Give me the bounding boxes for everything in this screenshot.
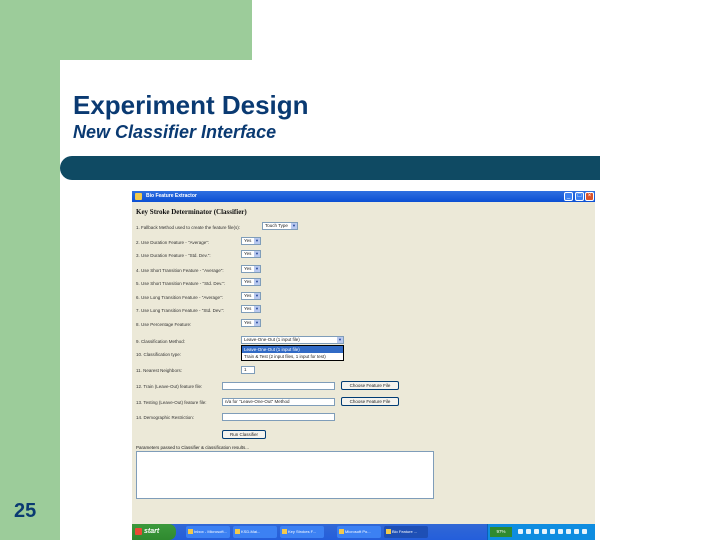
chevron-down-icon: ▼ (254, 320, 260, 326)
duration-stddev-label: 3. Use Duration Feature - "Std. Dev.": (136, 253, 211, 258)
system-tray: 97% (487, 524, 595, 540)
window-title: Bio Feature Extractor (146, 193, 197, 199)
tray-app-icon[interactable] (566, 529, 571, 534)
volume-icon[interactable] (526, 529, 531, 534)
long-transition-stddev-label: 7. Use Long Transition Feature - "Std. D… (136, 308, 225, 313)
chevron-down-icon: ▼ (291, 223, 297, 229)
percentage-feature-label: 8. Use Percentage Feature: (136, 322, 192, 327)
fallback-method-label: 1. Fallback Method used to create the fe… (136, 225, 241, 230)
start-button[interactable]: start (132, 524, 176, 540)
chevron-down-icon: ▼ (254, 293, 260, 299)
taskbar-item-key-strokes[interactable]: Key Strokes F... (280, 526, 324, 538)
app-icon (386, 529, 391, 534)
choose-test-file-button[interactable]: Choose Feature File (341, 397, 399, 406)
test-feature-file-label: 13. Testing (Leave-Out) feature file: (136, 400, 207, 405)
duration-average-select[interactable]: Yes ▼ (241, 237, 261, 245)
duration-average-label: 2. Use Duration Feature - "Average": (136, 240, 210, 245)
network-icon[interactable] (518, 529, 523, 534)
choose-train-file-button[interactable]: Choose Feature File (341, 381, 399, 390)
classification-method-select[interactable]: Leave-One-Out (1 input file) ▼ (241, 336, 344, 344)
short-transition-stddev-select[interactable]: Yes ▼ (241, 278, 261, 286)
taskbar-item-inbox[interactable]: Inbox - Microsoft... (186, 526, 230, 538)
tray-app-icon[interactable] (542, 529, 547, 534)
classification-method-dropdown: Leave-One-Out (1 input file) Train & Tes… (241, 345, 344, 361)
folder-icon (235, 529, 240, 534)
tray-app-icon[interactable] (558, 529, 563, 534)
taskbar-item-ksd-mai[interactable]: KSD-Mai... (233, 526, 277, 538)
tray-app-icon[interactable] (550, 529, 555, 534)
chevron-down-icon: ▼ (254, 279, 260, 285)
window-titlebar: Bio Feature Extractor _ □ × (132, 191, 595, 202)
long-transition-stddev-select[interactable]: Yes ▼ (241, 305, 261, 313)
taskbar-item-powerpoint[interactable]: Microsoft Po... (337, 526, 381, 538)
train-feature-file-input[interactable] (222, 382, 335, 390)
chevron-down-icon: ▼ (254, 306, 260, 312)
app-icon (135, 193, 142, 200)
short-transition-average-select[interactable]: Yes ▼ (241, 265, 261, 273)
slide-number: 25 (14, 500, 37, 522)
classification-type-label: 10. Classification type: (136, 352, 182, 357)
windows-flag-icon (135, 528, 142, 535)
title-underline-bar (60, 156, 600, 180)
chevron-down-icon: ▼ (254, 266, 260, 272)
mail-icon (188, 529, 193, 534)
tray-app-icon[interactable] (582, 529, 587, 534)
percentage-feature-select[interactable]: Yes ▼ (241, 319, 261, 327)
folder-icon (282, 529, 287, 534)
long-transition-average-select[interactable]: Yes ▼ (241, 292, 261, 300)
green-side-column (0, 60, 60, 540)
demographic-restriction-label: 14. Demographic Restriction: (136, 415, 195, 420)
maximize-button[interactable]: □ (575, 192, 584, 201)
powerpoint-icon (339, 529, 344, 534)
form-heading: Key Stroke Determinator (Classifier) (136, 208, 247, 216)
output-label: Parameters passed to Classifier & classi… (136, 445, 250, 450)
long-transition-average-label: 6. Use Long Transition Feature - "Averag… (136, 295, 223, 300)
dropdown-option-train-test[interactable]: Train & Test (2 input files, 1 input for… (242, 353, 343, 360)
classification-method-label: 9. Classification Method: (136, 339, 186, 344)
chevron-down-icon: ▼ (254, 251, 260, 257)
shield-icon[interactable] (534, 529, 539, 534)
chevron-down-icon: ▼ (337, 337, 343, 343)
train-feature-file-label: 12. Train (Leave-Out) feature file: (136, 384, 203, 389)
short-transition-stddev-label: 5. Use Short Transition Feature - "Std. … (136, 281, 226, 286)
slide-title: Experiment Design (73, 90, 309, 120)
classifier-window-screenshot: Bio Feature Extractor _ □ × Key Stroke D… (132, 191, 595, 540)
taskbar-item-bio-feature[interactable]: Bio Feature ... (384, 526, 428, 538)
minimize-button[interactable]: _ (564, 192, 573, 201)
tray-app-icon[interactable] (574, 529, 579, 534)
fallback-method-select[interactable]: Touch Type ▼ (262, 222, 298, 230)
dropdown-option-leave-one-out[interactable]: Leave-One-Out (1 input file) (242, 346, 343, 353)
demographic-restriction-input[interactable] (222, 413, 335, 421)
windows-taskbar: start Inbox - Microsoft... KSD-Mai... Ke… (132, 524, 595, 540)
green-header-block (0, 0, 252, 60)
results-output-area[interactable] (136, 451, 434, 499)
nearest-neighbors-input[interactable]: 1 (241, 366, 255, 374)
slide-subtitle: New Classifier Interface (73, 122, 277, 142)
run-classifier-button[interactable]: Run Classifier (222, 430, 266, 439)
battery-indicator[interactable]: 97% (490, 527, 512, 537)
nearest-neighbors-label: 11. Nearest Neighbors: (136, 368, 182, 373)
chevron-down-icon: ▼ (254, 238, 260, 244)
close-button[interactable]: × (585, 192, 594, 201)
test-feature-file-input[interactable]: n/a for "Leave-One-Out" Method (222, 398, 335, 406)
duration-stddev-select[interactable]: Yes ▼ (241, 250, 261, 258)
short-transition-average-label: 4. Use Short Transition Feature - "Avera… (136, 268, 224, 273)
